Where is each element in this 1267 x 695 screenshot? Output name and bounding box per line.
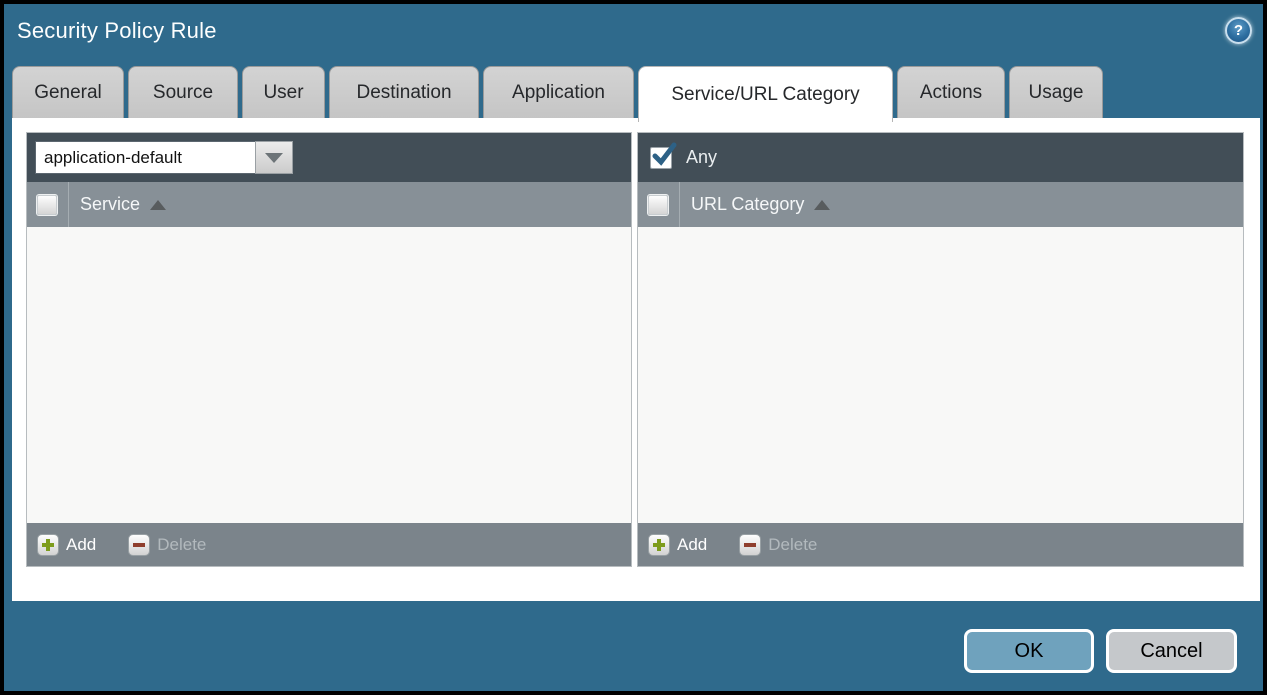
delete-url-category-button[interactable]: Delete [739, 534, 817, 556]
service-panel-header: application-default [27, 133, 631, 182]
url-category-panel: Any URL Category Add Delete [637, 132, 1244, 567]
add-url-category-button[interactable]: Add [648, 534, 707, 556]
plus-icon [37, 534, 59, 556]
delete-label: Delete [157, 535, 206, 555]
chevron-down-icon [265, 153, 283, 163]
add-label: Add [66, 535, 96, 555]
checkmark-icon [650, 141, 678, 169]
service-type-dropdown-value: application-default [35, 141, 255, 174]
sort-ascending-icon[interactable] [150, 200, 166, 210]
service-column-header: Service [27, 182, 631, 227]
any-label: Any [686, 147, 717, 168]
url-category-panel-header: Any [638, 133, 1243, 182]
url-category-column-header: URL Category [638, 182, 1243, 227]
cancel-button[interactable]: Cancel [1106, 629, 1237, 673]
url-category-list[interactable] [638, 227, 1243, 523]
service-panel-footer: Add Delete [27, 523, 631, 566]
dialog-title: Security Policy Rule [17, 18, 217, 44]
service-panel: application-default Service Add [26, 132, 632, 567]
select-all-services-checkbox[interactable] [37, 195, 57, 215]
dropdown-arrow-button[interactable] [255, 141, 293, 174]
sort-ascending-icon[interactable] [814, 200, 830, 210]
url-category-panel-footer: Add Delete [638, 523, 1243, 566]
column-divider [68, 182, 69, 227]
column-divider [679, 182, 680, 227]
help-icon[interactable]: ? [1225, 17, 1252, 44]
delete-service-button[interactable]: Delete [128, 534, 206, 556]
minus-icon [128, 534, 150, 556]
select-all-url-categories-checkbox[interactable] [648, 195, 668, 215]
minus-icon [739, 534, 761, 556]
add-service-button[interactable]: Add [37, 534, 96, 556]
tab-general[interactable]: General [12, 66, 124, 118]
delete-label: Delete [768, 535, 817, 555]
security-policy-rule-dialog: Security Policy Rule ? General Source Us… [0, 0, 1267, 695]
service-column-label[interactable]: Service [80, 194, 140, 215]
tab-source[interactable]: Source [128, 66, 238, 118]
tab-usage[interactable]: Usage [1009, 66, 1103, 118]
tab-content-service-url-category: application-default Service Add [12, 118, 1260, 601]
tab-destination[interactable]: Destination [329, 66, 479, 118]
plus-icon [648, 534, 670, 556]
any-checkbox[interactable] [650, 147, 672, 169]
add-label: Add [677, 535, 707, 555]
tab-bar: General Source User Destination Applicat… [12, 66, 1107, 122]
ok-button[interactable]: OK [964, 629, 1094, 673]
tab-service-url-category[interactable]: Service/URL Category [638, 66, 893, 122]
service-type-dropdown[interactable]: application-default [35, 141, 293, 174]
any-checkbox-row[interactable]: Any [646, 147, 717, 169]
tab-user[interactable]: User [242, 66, 325, 118]
tab-application[interactable]: Application [483, 66, 634, 118]
url-category-column-label[interactable]: URL Category [691, 194, 804, 215]
tab-actions[interactable]: Actions [897, 66, 1005, 118]
service-list[interactable] [27, 227, 631, 523]
